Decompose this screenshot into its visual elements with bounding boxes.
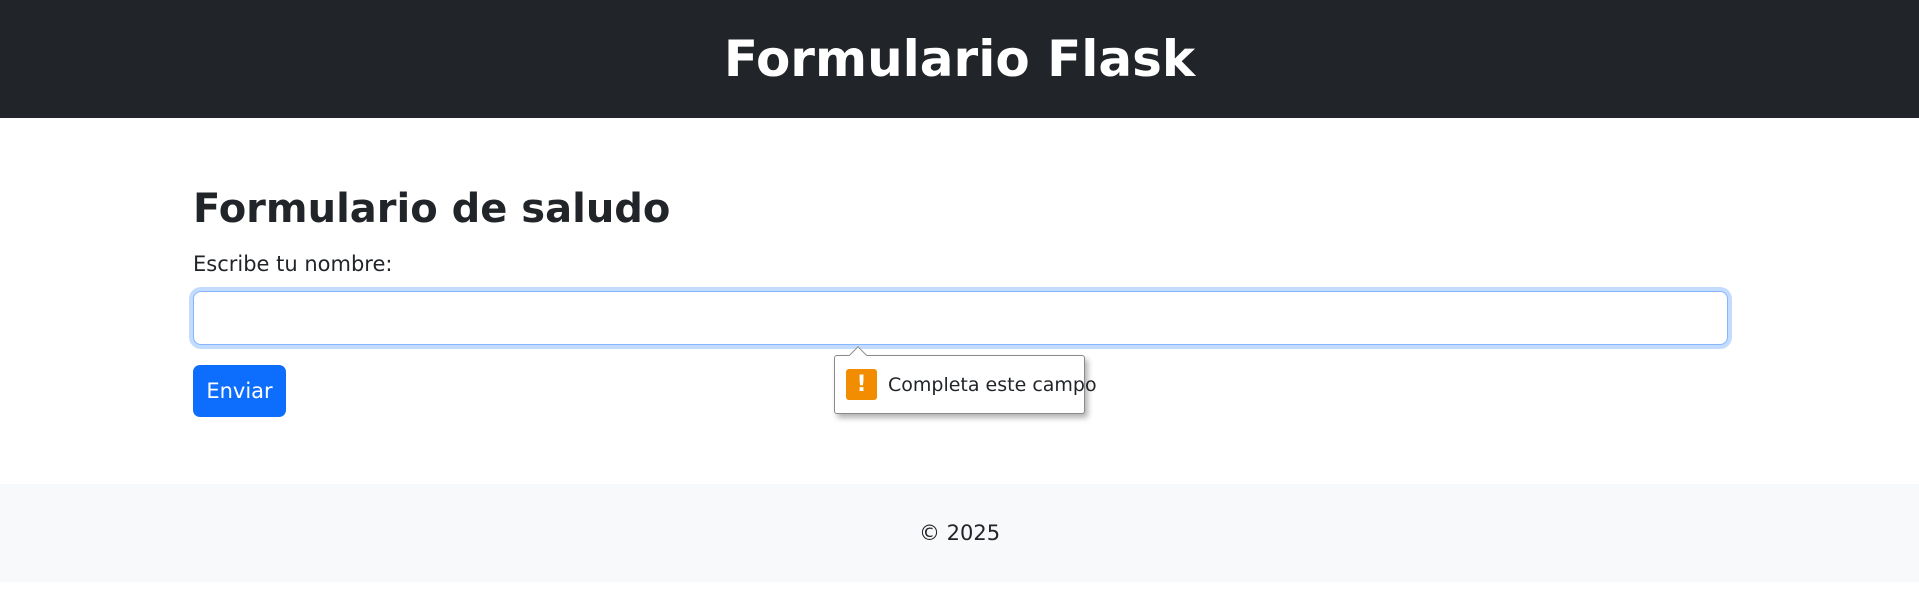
site-title: Formulario Flask [723,30,1196,88]
form-title: Formulario de saludo [193,186,671,232]
copyright-text: © 2025 [918,521,1001,545]
name-input[interactable] [193,291,1728,345]
name-label: Escribe tu nombre: [193,252,393,276]
submit-button[interactable]: Enviar [193,365,286,417]
site-footer: © 2025 [0,484,1919,582]
tooltip-arrow [848,344,868,356]
warning-icon: ! [846,369,877,400]
site-header: Formulario Flask [0,0,1919,118]
validation-message: Completa este campo [888,373,1097,396]
validation-tooltip: ! Completa este campo [834,355,1097,414]
